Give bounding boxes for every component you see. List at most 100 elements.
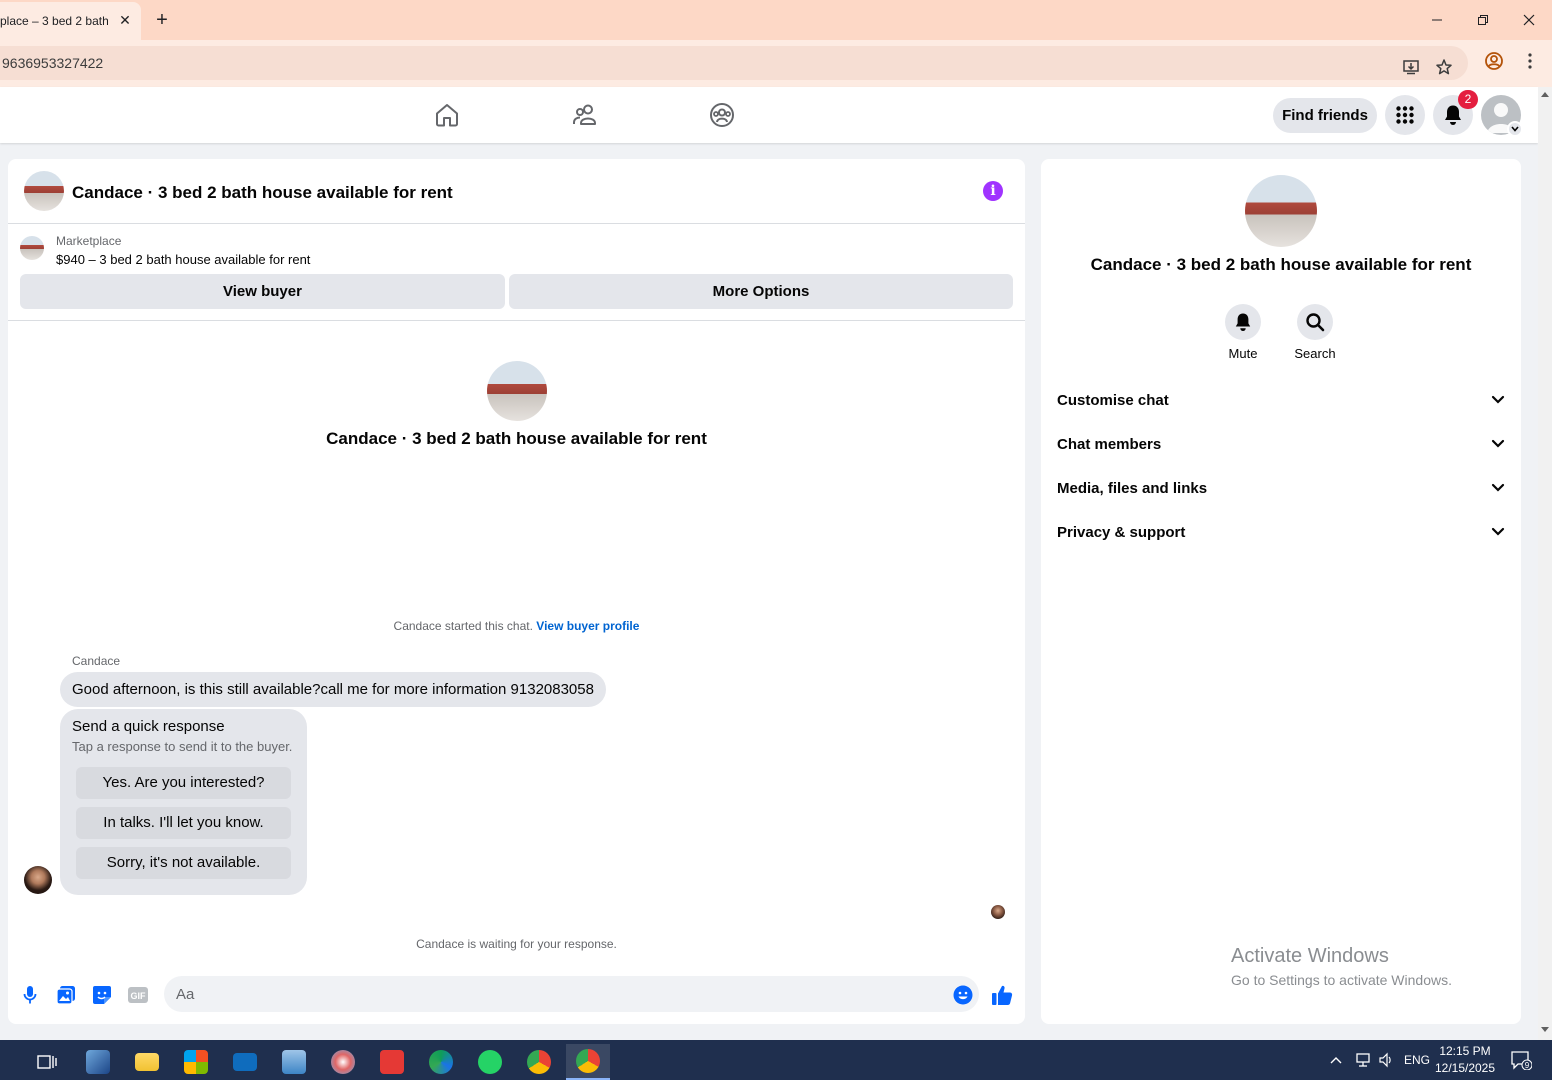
action-center-count: 9	[1525, 1061, 1530, 1070]
section-label: Customise chat	[1057, 391, 1169, 409]
whatsapp-icon[interactable]	[468, 1044, 512, 1080]
seen-indicator-avatar	[991, 905, 1005, 919]
edge-icon[interactable]	[419, 1044, 463, 1080]
details-name: Candace · 3 bed 2 bath house available f…	[1090, 255, 1472, 274]
profile-icon[interactable]	[1484, 51, 1504, 71]
network-icon[interactable]	[1354, 1040, 1372, 1080]
clock-time: 12:15 PM	[1439, 1044, 1491, 1058]
listing-price-title[interactable]: $940 – 3 bed 2 bath house available for …	[56, 252, 310, 267]
quick-reply-yes[interactable]: Yes. Are you interested?	[76, 767, 291, 799]
search-label: Search	[1294, 346, 1336, 361]
gif-label: GIF	[131, 991, 147, 1001]
chrome-icon[interactable]	[517, 1044, 561, 1080]
bookmark-star-icon[interactable]	[1434, 57, 1454, 77]
task-view-icon[interactable]	[25, 1044, 69, 1080]
chat-title[interactable]: Candace · 3 bed 2 bath house available f…	[72, 183, 453, 203]
chevron-down-icon	[1491, 483, 1505, 492]
chat-details-panel: Candace · 3 bed 2 bath house available f…	[1041, 159, 1521, 1024]
microsoft-store-icon[interactable]	[174, 1044, 218, 1080]
section-media-files-links[interactable]: Media, files and links	[1057, 466, 1505, 510]
search-action[interactable]: Search	[1285, 304, 1345, 361]
sender-avatar[interactable]	[24, 866, 52, 894]
home-icon[interactable]	[433, 101, 461, 129]
section-customise-chat[interactable]: Customise chat	[1057, 378, 1505, 422]
activate-windows-watermark: Activate Windows Go to Settings to activ…	[1231, 945, 1452, 988]
message-input[interactable]	[164, 976, 979, 1012]
section-chat-members[interactable]: Chat members	[1057, 422, 1505, 466]
browser-tab[interactable]: place – 3 bed 2 bath ✕	[0, 2, 141, 40]
restore-icon[interactable]	[1460, 0, 1506, 40]
menu-grid-icon[interactable]	[1385, 95, 1425, 135]
scroll-down-arrow[interactable]	[1541, 1027, 1549, 1032]
photos-app-icon[interactable]	[272, 1044, 316, 1080]
paint-app-icon[interactable]	[321, 1044, 365, 1080]
url-text[interactable]: 9636953327422	[2, 55, 103, 71]
bell-icon[interactable]	[1225, 304, 1261, 340]
chat-panel: Candace · 3 bed 2 bath house available f…	[8, 159, 1025, 1024]
quick-response-title: Send a quick response	[72, 718, 225, 735]
taskbar-clock[interactable]: 12:15 PM 12/15/2025	[1430, 1043, 1500, 1077]
microphone-icon[interactable]	[19, 984, 41, 1006]
started-text: Candace started this chat.	[393, 619, 533, 633]
more-options-button[interactable]: More Options	[509, 274, 1013, 309]
quick-reply-sorry[interactable]: Sorry, it's not available.	[76, 847, 291, 879]
view-buyer-profile-link[interactable]: View buyer profile	[536, 619, 639, 633]
browser-tab-bar: place – 3 bed 2 bath ✕ +	[0, 0, 1552, 40]
section-privacy-support[interactable]: Privacy & support	[1057, 510, 1505, 554]
details-avatar[interactable]	[1245, 175, 1317, 247]
omnibox[interactable]: 9636953327422	[0, 46, 1468, 80]
chevron-down-icon	[1491, 527, 1505, 536]
quick-response-card: Send a quick response Tap a response to …	[60, 709, 307, 895]
watermark-line2: Go to Settings to activate Windows.	[1231, 972, 1452, 988]
close-window-icon[interactable]	[1506, 0, 1552, 40]
install-app-icon[interactable]	[1401, 57, 1421, 77]
friends-icon[interactable]	[571, 101, 599, 129]
info-icon[interactable]: i	[983, 181, 1003, 201]
action-center-icon[interactable]: 9	[1510, 1040, 1532, 1080]
search-icon[interactable]	[1297, 304, 1333, 340]
chat-header: Candace · 3 bed 2 bath house available f…	[8, 159, 1025, 224]
watermark-line1: Activate Windows	[1231, 945, 1389, 967]
clock-date: 12/15/2025	[1434, 1061, 1496, 1075]
new-tab-button[interactable]: +	[150, 8, 174, 32]
quick-response-subtitle: Tap a response to send it to the buyer.	[72, 739, 293, 754]
scroll-up-arrow[interactable]	[1541, 92, 1549, 97]
gif-icon[interactable]: GIF	[127, 984, 149, 1006]
sender-name: Candace	[72, 654, 121, 668]
section-label: Chat members	[1057, 435, 1162, 453]
view-buyer-button[interactable]: View buyer	[20, 274, 505, 309]
page-scrollbar[interactable]	[1538, 87, 1552, 1040]
marketplace-label: Marketplace	[56, 234, 122, 248]
mute-label: Mute	[1228, 346, 1258, 361]
mute-action[interactable]: Mute	[1213, 304, 1273, 361]
conversation-name: Candace · 3 bed 2 bath house available f…	[326, 429, 707, 448]
listing-small-thumbnail[interactable]	[20, 236, 44, 260]
quick-reply-in-talks[interactable]: In talks. I'll let you know.	[76, 807, 291, 839]
emoji-icon[interactable]	[952, 984, 974, 1006]
sticker-icon[interactable]	[91, 984, 113, 1006]
chevron-down-icon[interactable]	[1507, 121, 1523, 137]
volume-icon[interactable]	[1378, 1040, 1394, 1080]
waiting-notice: Candace is waiting for your response.	[416, 937, 617, 951]
message-bubble[interactable]: Good afternoon, is this still available?…	[60, 672, 606, 707]
minimize-icon[interactable]	[1414, 0, 1460, 40]
mail-icon[interactable]	[223, 1044, 267, 1080]
groups-icon[interactable]	[708, 101, 736, 129]
section-label: Media, files and links	[1057, 479, 1208, 497]
language-indicator[interactable]: ENG	[1404, 1040, 1430, 1080]
system-app-icon[interactable]	[76, 1044, 120, 1080]
find-friends-button[interactable]: Find friends	[1273, 98, 1377, 133]
chrome-profile-icon[interactable]	[566, 1044, 610, 1080]
thumbs-up-icon[interactable]	[991, 984, 1013, 1006]
file-explorer-icon[interactable]	[125, 1044, 169, 1080]
chat-started-notice: Candace started this chat. View buyer pr…	[8, 619, 1025, 633]
browser-menu-icon[interactable]	[1520, 51, 1540, 71]
tray-chevron-up-icon[interactable]	[1330, 1040, 1342, 1080]
tab-close-icon[interactable]: ✕	[117, 12, 133, 28]
listing-thumbnail[interactable]	[24, 171, 64, 211]
anydesk-icon[interactable]	[370, 1044, 414, 1080]
message-composer: GIF	[8, 967, 1025, 1023]
conversation-avatar	[487, 361, 547, 421]
photo-icon[interactable]	[55, 984, 77, 1006]
chevron-down-icon	[1491, 439, 1505, 448]
